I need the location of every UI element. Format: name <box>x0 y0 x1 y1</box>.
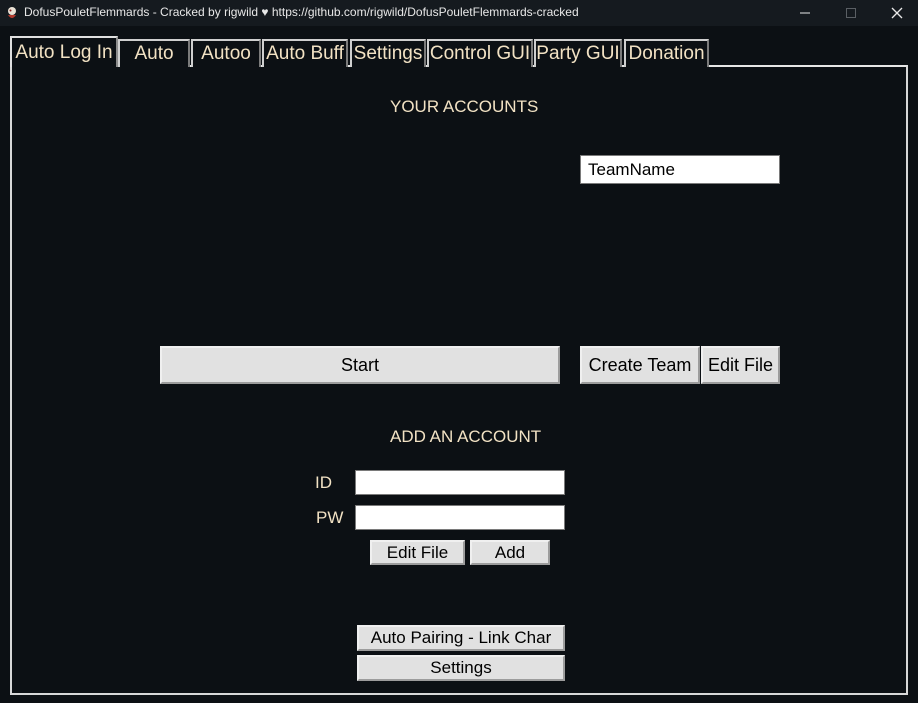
tab-control-gui[interactable]: Control GUI <box>427 39 533 67</box>
edit-team-file-button[interactable]: Edit File <box>701 346 780 384</box>
start-button[interactable]: Start <box>160 346 560 384</box>
tab-auto-buff[interactable]: Auto Buff <box>262 39 348 67</box>
pw-label: PW <box>316 508 344 527</box>
title-bar: DofusPouletFlemmards - Cracked by rigwil… <box>0 0 918 26</box>
auto-pairing-button[interactable]: Auto Pairing - Link Char <box>357 625 565 651</box>
id-label: ID <box>315 473 332 492</box>
team-name-input[interactable]: TeamName <box>580 155 780 184</box>
add-account-heading: ADD AN ACCOUNT <box>390 427 542 446</box>
maximize-button[interactable] <box>828 0 874 26</box>
tab-donation[interactable]: Donation <box>624 39 709 67</box>
close-icon <box>891 7 903 19</box>
your-accounts-heading: YOUR ACCOUNTS <box>390 97 539 116</box>
close-button[interactable] <box>874 0 918 26</box>
maximize-icon <box>846 8 856 18</box>
tab-auto-log-in[interactable]: Auto Log In <box>10 36 118 67</box>
tab-settings[interactable]: Settings <box>350 39 426 67</box>
create-team-button[interactable]: Create Team <box>580 346 700 384</box>
minimize-button[interactable] <box>782 0 828 26</box>
app-icon <box>8 7 16 18</box>
window-title: DofusPouletFlemmards - Cracked by rigwil… <box>24 5 579 19</box>
tab-autoo[interactable]: Autoo <box>191 39 261 67</box>
settings-button[interactable]: Settings <box>357 655 565 681</box>
pw-input[interactable] <box>355 505 565 530</box>
tab-auto[interactable]: Auto <box>118 39 190 67</box>
tab-party-gui[interactable]: Party GUI <box>534 39 622 67</box>
id-input[interactable] <box>355 470 565 495</box>
minimize-icon <box>800 12 810 14</box>
add-account-button[interactable]: Add <box>470 540 550 565</box>
edit-account-file-button[interactable]: Edit File <box>370 540 465 565</box>
